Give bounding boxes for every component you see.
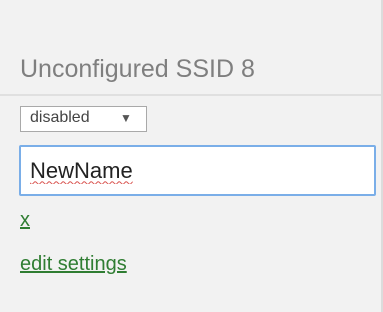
- remove-link[interactable]: x: [20, 209, 30, 232]
- ssid-status-value: disabled: [30, 109, 90, 126]
- edit-settings-link[interactable]: edit settings: [20, 253, 127, 276]
- ssid-panel: Unconfigured SSID 8 disabled ▼ x edit se…: [0, 0, 383, 312]
- ssid-status-select[interactable]: disabled ▼: [20, 106, 147, 132]
- ssid-title: Unconfigured SSID 8: [20, 55, 255, 83]
- ssid-title-row: Unconfigured SSID 8: [0, 50, 381, 96]
- ssid-name-input[interactable]: [19, 145, 376, 196]
- chevron-down-icon: ▼: [120, 111, 132, 125]
